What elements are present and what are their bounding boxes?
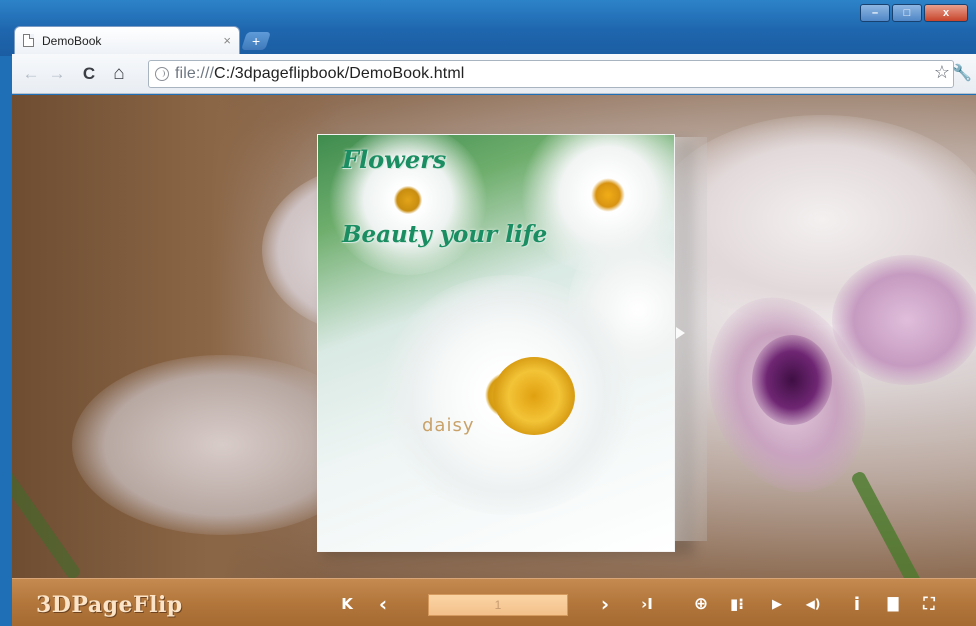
first-page-button[interactable]: K (338, 594, 356, 614)
book-tag: daisy (422, 415, 475, 436)
flipbook-stage: Flowers Beauty your life daisy (12, 95, 976, 578)
browser-toolbar: ← → C ⌂ file:///C:/3dpageflipbook/DemoBo… (12, 54, 976, 94)
home-button[interactable]: ⌂ (108, 63, 130, 85)
back-button[interactable]: ← (20, 63, 42, 85)
tab-close-icon[interactable]: × (223, 33, 231, 48)
thumbnails-icon[interactable]: ▮⁝ (728, 594, 746, 614)
url-text: file:///C:/3dpageflipbook/DemoBook.html (175, 65, 464, 83)
last-page-button[interactable]: ›I (638, 594, 656, 614)
print-icon[interactable]: ▇ (884, 594, 902, 614)
next-page-arrow-icon[interactable] (676, 327, 685, 339)
page-number-input[interactable]: 1 (428, 594, 568, 616)
page-icon (23, 34, 34, 47)
bookmark-star-icon[interactable]: ☆ (934, 62, 950, 83)
window-controls: – □ x (860, 4, 968, 22)
window-titlebar: – □ x DemoBook × + (0, 0, 976, 56)
info-icon[interactable]: i (848, 594, 866, 615)
logo: 3DPageFlip (36, 592, 183, 618)
autoplay-icon[interactable]: ▶ (768, 594, 786, 614)
wrench-menu-icon[interactable]: 🔧 (952, 63, 972, 83)
minimize-button[interactable]: – (860, 4, 890, 22)
url-path: C:/3dpageflipbook/DemoBook.html (214, 65, 465, 82)
url-scheme: file:/// (175, 65, 215, 82)
reload-button[interactable]: C (78, 63, 100, 85)
close-window-button[interactable]: x (924, 4, 968, 22)
previous-page-button[interactable]: ‹ (374, 592, 392, 616)
sound-icon[interactable]: ◀) (804, 594, 822, 614)
address-bar[interactable]: file:///C:/3dpageflipbook/DemoBook.html (148, 60, 954, 88)
fullscreen-icon[interactable]: ⛶ (920, 594, 938, 614)
flipbook-control-bar: 3DPageFlip K ‹ 1 › ›I ⊕ ▮⁝ ▶ ◀) i ▇ ⛶ (12, 578, 976, 626)
browser-tab[interactable]: DemoBook × (14, 26, 240, 54)
page-info-icon[interactable] (155, 67, 169, 81)
book-cover[interactable]: Flowers Beauty your life daisy (318, 135, 674, 551)
zoom-icon[interactable]: ⊕ (692, 594, 710, 614)
book-subtitle: Beauty your life (342, 221, 548, 248)
new-tab-button[interactable]: + (241, 32, 271, 50)
next-page-button[interactable]: › (596, 592, 614, 616)
tab-title: DemoBook (42, 33, 102, 48)
maximize-button[interactable]: □ (892, 4, 922, 22)
book-title: Flowers (342, 145, 447, 174)
forward-button[interactable]: → (46, 63, 68, 85)
